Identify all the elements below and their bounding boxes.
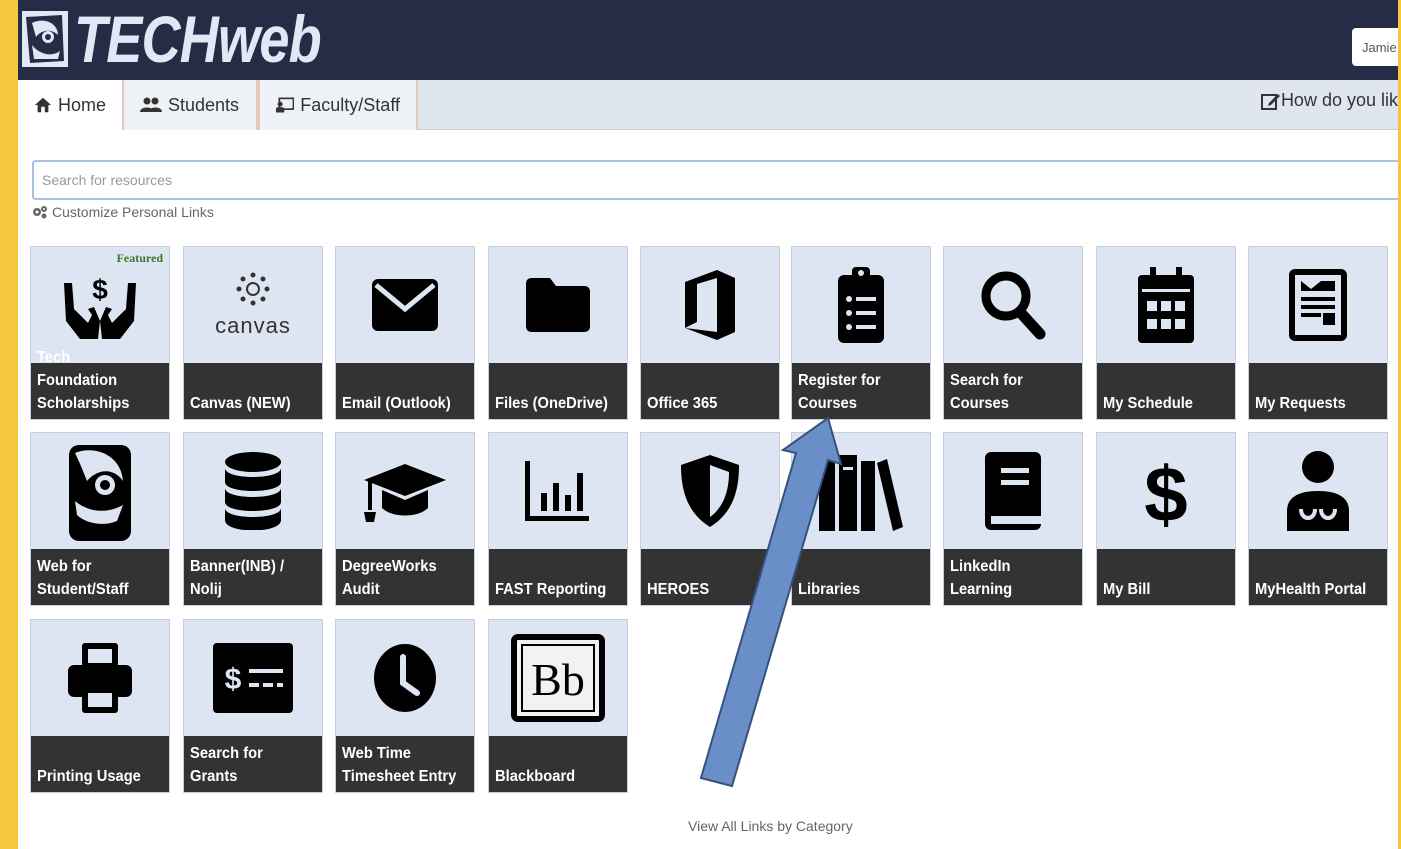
money-bill-icon: $ <box>213 643 293 713</box>
tile-search-for-grants[interactable]: $ Search for Grants <box>183 619 323 793</box>
tab-faculty-staff-label: Faculty/Staff <box>300 94 400 115</box>
tile-label: Libraries <box>798 581 861 598</box>
tab-students-label: Students <box>168 94 240 115</box>
tile-label: Email (Outlook) <box>342 395 451 412</box>
clipboard-list-icon <box>838 267 884 343</box>
header-bar: TECHweb Jamie <box>18 0 1398 80</box>
tile-web-time-timesheet-entry[interactable]: Web Time Timesheet Entry <box>335 619 475 793</box>
tile-tech-foundation-scholarships[interactable]: $ Featured Tech Foundation Scholarships <box>30 246 170 420</box>
books-icon <box>819 455 903 531</box>
tile-label: Search for Courses <box>950 372 1023 412</box>
tab-faculty-staff[interactable]: Faculty/Staff <box>258 80 418 130</box>
office-icon <box>685 270 735 340</box>
tile-label: Web for Student/Staff <box>37 558 129 598</box>
tile-label: MyHealth Portal <box>1255 581 1367 598</box>
clock-icon <box>374 644 436 712</box>
tile-web-for-student-staff[interactable]: Web for Student/Staff <box>30 432 170 606</box>
site-title: TECHweb <box>74 2 322 76</box>
home-icon <box>34 97 52 113</box>
tile-search-for-courses[interactable]: Search for Courses <box>943 246 1083 420</box>
tile-label: Office 365 <box>647 395 718 412</box>
owl-logo-icon <box>22 11 68 67</box>
tile-label: DegreeWorks Audit <box>342 558 437 598</box>
tile-my-bill[interactable]: $ My Bill <box>1096 432 1236 606</box>
tile-label: LinkedIn Learning <box>950 558 1013 598</box>
database-icon <box>225 452 281 530</box>
customize-links-button[interactable]: Customize Personal Links <box>32 204 214 220</box>
feedback-label: How do you lik <box>1280 90 1398 110</box>
canvas-wordmark: canvas <box>215 313 291 338</box>
tab-home[interactable]: Home <box>18 80 122 130</box>
main-nav: Home Students Faculty/Staff <box>18 80 1398 130</box>
tile-label: My Schedule <box>1103 395 1193 412</box>
tile-linkedin-learning[interactable]: LinkedIn Learning <box>943 432 1083 606</box>
tile-office-365[interactable]: Office 365 <box>640 246 780 420</box>
user-menu-button[interactable]: Jamie <box>1352 28 1398 66</box>
tile-heroes[interactable]: HEROES <box>640 432 780 606</box>
tile-label: Blackboard <box>495 768 576 785</box>
edit-icon <box>1260 93 1280 110</box>
calendar-icon <box>1138 267 1194 343</box>
form-icon <box>1289 269 1347 341</box>
view-all-links-link[interactable]: View All Links by Category <box>688 818 853 834</box>
tile-label: Register for Courses <box>798 372 881 412</box>
owl-icon <box>69 445 131 541</box>
tile-label: Web Time Timesheet Entry <box>342 745 457 785</box>
page-frame: TECHweb Jamie Home Students Faculty/Staf… <box>18 0 1398 849</box>
tile-label: Tech Foundation Scholarships <box>37 349 130 412</box>
featured-badge: Featured <box>116 251 163 265</box>
svg-text:$: $ <box>1144 451 1187 531</box>
tile-banner-nolij[interactable]: Banner(INB) / Nolij <box>183 432 323 606</box>
tile-printing-usage[interactable]: Printing Usage <box>30 619 170 793</box>
book-icon <box>985 452 1041 530</box>
tile-label: Files (OneDrive) <box>495 395 608 412</box>
tile-my-schedule[interactable]: My Schedule <box>1096 246 1236 420</box>
tile-label: My Requests <box>1255 395 1346 412</box>
tile-libraries[interactable]: Libraries <box>791 432 931 606</box>
tile-myhealth-portal[interactable]: MyHealth Portal <box>1248 432 1388 606</box>
customize-label: Customize Personal Links <box>52 204 214 220</box>
blackboard-monogram: Bb <box>531 654 585 705</box>
svg-text:$: $ <box>92 274 108 305</box>
search-input[interactable] <box>32 160 1398 200</box>
tile-label: My Bill <box>1103 581 1151 598</box>
tile-label: Printing Usage <box>37 768 141 785</box>
tile-register-for-courses[interactable]: Register for Courses <box>791 246 931 420</box>
printer-icon <box>68 643 132 713</box>
tile-files-onedrive[interactable]: Files (OneDrive) <box>488 246 628 420</box>
gear-icon <box>33 206 47 219</box>
tile-blackboard[interactable]: Bb Blackboard <box>488 619 628 793</box>
magnifier-icon <box>981 271 1046 340</box>
tab-home-label: Home <box>57 94 106 115</box>
site-logo[interactable]: TECHweb <box>22 6 375 72</box>
shield-icon <box>681 455 739 527</box>
hands-dollar-icon: $ <box>64 274 136 339</box>
tile-label: HEROES <box>647 581 710 598</box>
tile-label: Banner(INB) / Nolij <box>190 558 285 598</box>
folder-icon <box>526 278 590 332</box>
envelope-icon <box>372 279 438 331</box>
tile-email-outlook[interactable]: Email (Outlook) <box>335 246 475 420</box>
blackboard-logo-icon: Bb <box>511 634 605 722</box>
graduation-cap-icon <box>364 464 446 522</box>
dollar-icon: $ <box>1144 451 1187 531</box>
tile-label: FAST Reporting <box>495 581 607 598</box>
tile-canvas[interactable]: canvas Canvas (NEW) <box>183 246 323 420</box>
tile-degreeworks-audit[interactable]: DegreeWorks Audit <box>335 432 475 606</box>
tile-my-requests[interactable]: My Requests <box>1248 246 1388 420</box>
users-icon <box>140 97 162 112</box>
bar-chart-icon <box>525 461 589 521</box>
svg-text:$: $ <box>225 663 242 696</box>
tile-fast-reporting[interactable]: FAST Reporting <box>488 432 628 606</box>
chalkboard-icon <box>276 97 295 113</box>
tab-students[interactable]: Students <box>122 80 258 130</box>
tile-label: Search for Grants <box>190 745 263 785</box>
feedback-link[interactable]: How do you lik <box>1260 90 1398 111</box>
canvas-logo-icon <box>236 272 270 306</box>
doctor-icon <box>1287 451 1349 531</box>
tile-label: Canvas (NEW) <box>190 395 291 412</box>
